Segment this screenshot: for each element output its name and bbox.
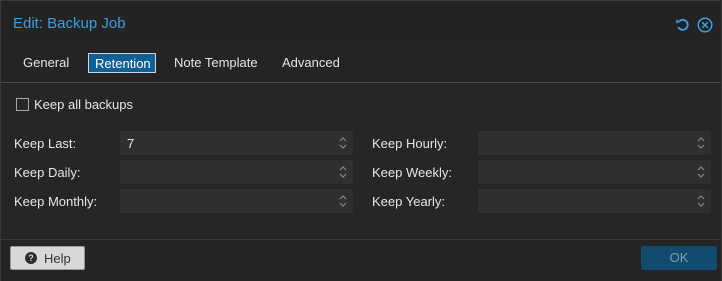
keep-monthly-input[interactable] — [121, 190, 331, 212]
question-circle-icon: ? — [25, 252, 37, 264]
keep-daily-spinner — [120, 160, 353, 184]
spin-arrows-icon — [339, 195, 347, 207]
dialog-footer: ? Help OK — [1, 239, 721, 281]
close-button[interactable] — [697, 17, 713, 33]
tab-note-template[interactable]: Note Template — [168, 53, 264, 73]
help-button-label: Help — [44, 251, 71, 266]
keep-last-spin-trigger[interactable] — [338, 135, 348, 151]
keep-yearly-input[interactable] — [479, 190, 689, 212]
keep-weekly-spin-trigger[interactable] — [696, 164, 706, 180]
keep-daily-input[interactable] — [121, 161, 331, 183]
keep-weekly-spinner — [478, 160, 711, 184]
tab-general[interactable]: General — [17, 53, 75, 73]
reset-button[interactable] — [675, 17, 691, 33]
keep-yearly-spin-trigger[interactable] — [696, 193, 706, 209]
spin-arrows-icon — [339, 166, 347, 178]
keep-hourly-spin-trigger[interactable] — [696, 135, 706, 151]
keep-yearly-label: Keep Yearly: — [372, 194, 446, 209]
ok-button[interactable]: OK — [641, 246, 717, 270]
keep-all-backups-label: Keep all backups — [34, 97, 134, 112]
dialog-titlebar: Edit: Backup Job — [1, 1, 721, 43]
tab-bar: General Retention Note Template Advanced — [1, 43, 721, 83]
dialog-title: Edit: Backup Job — [13, 15, 126, 32]
spin-arrows-icon — [697, 195, 705, 207]
spin-arrows-icon — [339, 137, 347, 149]
help-button[interactable]: ? Help — [10, 246, 85, 270]
keep-monthly-spinner — [120, 189, 353, 213]
backup-job-dialog: Edit: Backup Job General Retention Note … — [0, 0, 722, 281]
keep-yearly-spinner — [478, 189, 711, 213]
retention-panel: Keep all backups Keep Last: Keep Daily: — [1, 83, 721, 239]
keep-weekly-label: Keep Weekly: — [372, 165, 452, 180]
tab-advanced[interactable]: Advanced — [276, 53, 346, 73]
keep-all-backups-checkbox[interactable] — [16, 98, 29, 111]
keep-monthly-spin-trigger[interactable] — [338, 193, 348, 209]
undo-icon — [676, 18, 689, 31]
spin-arrows-icon — [697, 166, 705, 178]
keep-monthly-label: Keep Monthly: — [14, 194, 98, 209]
keep-daily-spin-trigger[interactable] — [338, 164, 348, 180]
keep-hourly-label: Keep Hourly: — [372, 136, 448, 151]
keep-hourly-input[interactable] — [479, 132, 689, 154]
tab-retention[interactable]: Retention — [88, 53, 156, 73]
keep-hourly-spinner — [478, 131, 711, 155]
keep-last-spinner — [120, 131, 353, 155]
keep-weekly-input[interactable] — [479, 161, 689, 183]
keep-last-input[interactable] — [121, 132, 331, 154]
spin-arrows-icon — [697, 137, 705, 149]
keep-daily-label: Keep Daily: — [14, 165, 81, 180]
close-icon — [697, 17, 713, 33]
keep-last-label: Keep Last: — [14, 136, 77, 151]
